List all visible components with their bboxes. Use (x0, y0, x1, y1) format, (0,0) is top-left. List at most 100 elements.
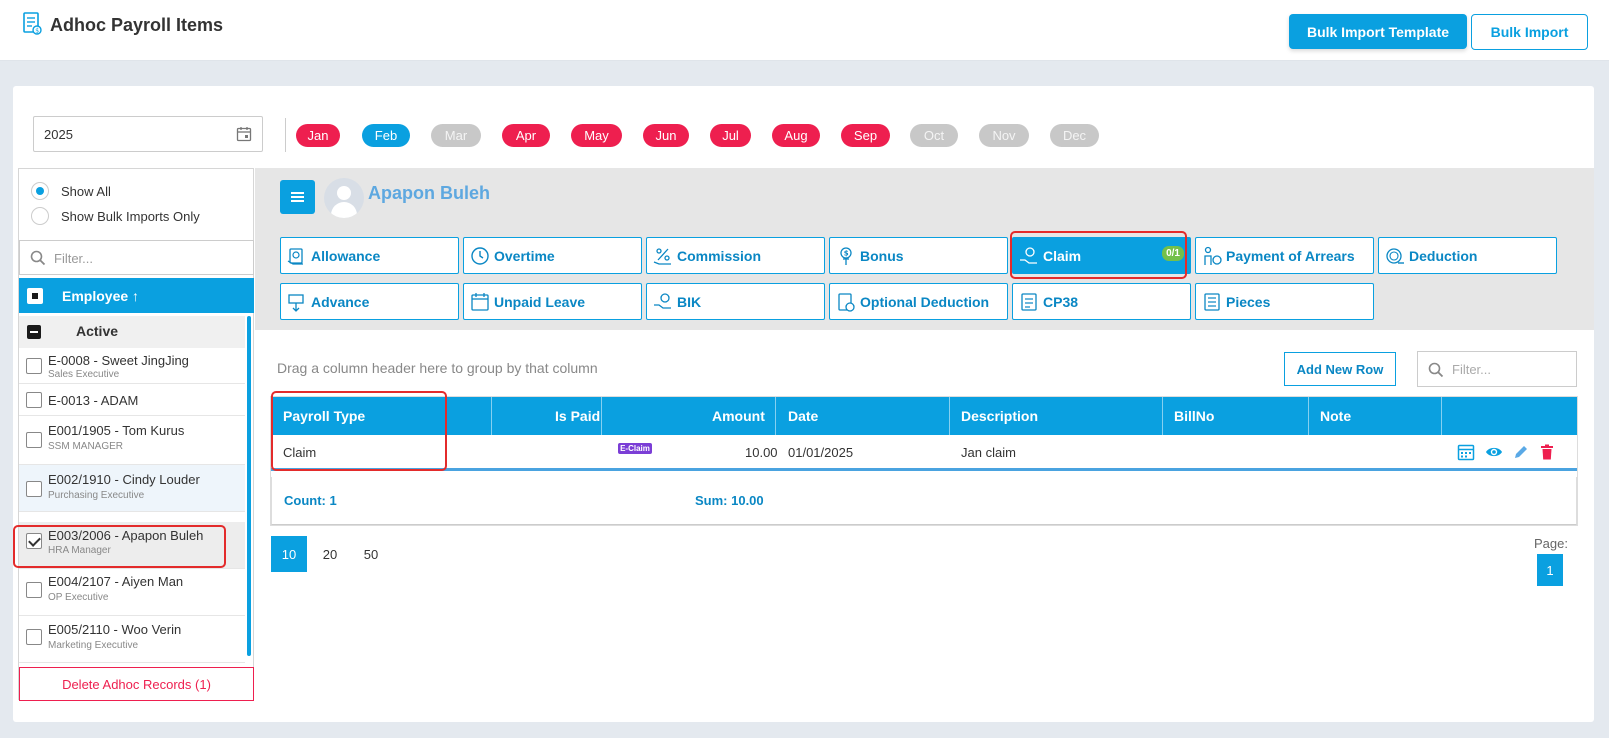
calendar-icon[interactable] (236, 126, 252, 142)
employee-row[interactable]: E-0008 - Sweet JingJing Sales Executive (19, 348, 245, 384)
count-summary: Count: 1 (284, 493, 337, 508)
employee-row[interactable]: E005/2110 - Woo Verin Marketing Executiv… (19, 616, 245, 663)
tab-label: Commission (677, 248, 762, 264)
tab-pieces[interactable]: Pieces (1195, 283, 1374, 320)
employee-checkbox[interactable] (26, 358, 42, 374)
page-size-10[interactable]: 10 (271, 536, 307, 572)
menu-button[interactable] (280, 180, 315, 214)
page-size-20[interactable]: 20 (312, 536, 348, 572)
month-aug[interactable]: Aug (772, 124, 820, 147)
delete-adhoc-records-button[interactable]: Delete Adhoc Records (1) (19, 667, 254, 701)
employee-checkbox[interactable] (26, 481, 42, 497)
page-size-50[interactable]: 50 (353, 536, 389, 572)
month-oct[interactable]: Oct (910, 124, 958, 147)
employee-name: E005/2110 - Woo Verin (48, 622, 182, 637)
tab-cp38[interactable]: CP38 (1012, 283, 1191, 320)
employee-column-header[interactable]: Employee ↑ (19, 278, 254, 313)
employee-name: E004/2107 - Aiyen Man (48, 574, 184, 589)
tab-label: Optional Deduction (860, 294, 990, 310)
eye-icon[interactable] (1485, 443, 1503, 461)
tab-commission[interactable]: Commission (646, 237, 825, 274)
select-all-checkbox[interactable] (27, 288, 43, 304)
collapse-icon[interactable] (27, 325, 41, 339)
column-divider (491, 397, 492, 435)
employee-checkbox[interactable] (26, 432, 42, 448)
month-nov[interactable]: Nov (979, 124, 1029, 147)
tab-allowance[interactable]: Allowance (280, 237, 459, 274)
tab-overtime[interactable]: Overtime (463, 237, 642, 274)
employee-checkbox[interactable] (26, 392, 42, 408)
trash-icon[interactable] (1538, 443, 1556, 461)
hamburger-icon-line (291, 200, 304, 202)
month-mar[interactable]: Mar (431, 124, 481, 147)
filter-placeholder: Filter... (54, 251, 94, 266)
group-row-active[interactable]: Active (19, 316, 245, 348)
month-may[interactable]: May (571, 124, 622, 147)
column-note[interactable]: Note (1320, 408, 1351, 424)
show-bulk-label: Show Bulk Imports Only (61, 209, 200, 224)
person-coin-icon (1204, 246, 1222, 265)
tab-payment-of-arrears[interactable]: Payment of Arrears (1195, 237, 1374, 274)
tab-label: Bonus (860, 248, 904, 264)
column-is-paid[interactable]: Is Paid (555, 408, 600, 424)
employee-row[interactable]: E002/1910 - Cindy Louder Purchasing Exec… (19, 465, 245, 512)
tab-label: Allowance (311, 248, 381, 264)
employee-position: SSM MANAGER (48, 441, 124, 452)
employee-row[interactable]: E004/2107 - Aiyen Man OP Executive (19, 569, 245, 616)
month-jan[interactable]: Jan (296, 124, 340, 147)
page-number-1[interactable]: 1 (1537, 554, 1563, 586)
month-feb[interactable]: Feb (362, 124, 410, 147)
avatar-body (331, 202, 357, 218)
tab-label: Overtime (494, 248, 555, 264)
column-divider (775, 397, 776, 435)
tab-deduction[interactable]: Deduction (1378, 237, 1557, 274)
employee-checkbox[interactable] (26, 582, 42, 598)
tab-optional-deduction[interactable]: Optional Deduction (829, 283, 1008, 320)
page-title: Adhoc Payroll Items (50, 15, 224, 35)
month-jun[interactable]: Jun (643, 124, 689, 147)
bulk-import-template-button[interactable]: Bulk Import Template (1289, 14, 1467, 49)
add-new-row-button[interactable]: Add New Row (1284, 352, 1396, 386)
employee-row[interactable]: E-0013 - ADAM (19, 384, 245, 416)
tab-label: CP38 (1043, 294, 1079, 310)
employee-name: E001/1905 - Tom Kurus (48, 423, 185, 438)
employee-row[interactable]: E001/1905 - Tom Kurus SSM MANAGER (19, 416, 245, 465)
grid-filter-input[interactable]: Filter... (1417, 351, 1577, 387)
advance-icon (288, 294, 304, 312)
e-claim-badge: E-Claim (618, 443, 652, 454)
column-date[interactable]: Date (788, 408, 818, 424)
tab-bik[interactable]: BIK (646, 283, 825, 320)
edit-icon[interactable] (1512, 443, 1530, 461)
tab-label: BIK (677, 294, 702, 310)
group-drop-hint[interactable]: Drag a column header here to group by th… (277, 360, 598, 376)
grid-footer: Count: 1 Sum: 10.00 (271, 477, 1577, 525)
selected-employee-name: Apapon Buleh (368, 183, 490, 203)
month-jul[interactable]: Jul (710, 124, 751, 147)
month-apr[interactable]: Apr (502, 124, 550, 147)
year-picker[interactable]: 2025 (33, 116, 263, 152)
column-billno[interactable]: BillNo (1174, 408, 1214, 424)
bulk-import-button[interactable]: Bulk Import (1471, 14, 1588, 50)
highlight-payroll-type (271, 391, 447, 471)
show-all-radio[interactable] (31, 182, 49, 200)
employee-position: Purchasing Executive (48, 490, 145, 501)
search-icon (1428, 362, 1444, 378)
tab-advance[interactable]: Advance (280, 283, 459, 320)
search-icon (30, 250, 46, 266)
table-row[interactable]: Claim 10.00 01/01/2025 Jan claim (271, 435, 1577, 471)
month-dec[interactable]: Dec (1050, 124, 1099, 147)
clock-icon (471, 247, 489, 265)
column-amount[interactable]: Amount (712, 408, 765, 424)
tab-unpaid-leave[interactable]: Unpaid Leave (463, 283, 642, 320)
column-divider (601, 397, 602, 435)
month-sep[interactable]: Sep (841, 124, 890, 147)
tab-bonus[interactable]: $ Bonus (829, 237, 1008, 274)
calendar-icon[interactable] (1457, 443, 1475, 461)
column-description[interactable]: Description (961, 408, 1038, 424)
employee-checkbox[interactable] (26, 629, 42, 645)
employee-filter-input[interactable]: Filter... (19, 240, 254, 275)
cell-date: 01/01/2025 (788, 445, 854, 460)
scrollbar[interactable] (247, 316, 251, 656)
tab-label: Deduction (1409, 248, 1478, 264)
show-bulk-radio[interactable] (31, 207, 49, 225)
